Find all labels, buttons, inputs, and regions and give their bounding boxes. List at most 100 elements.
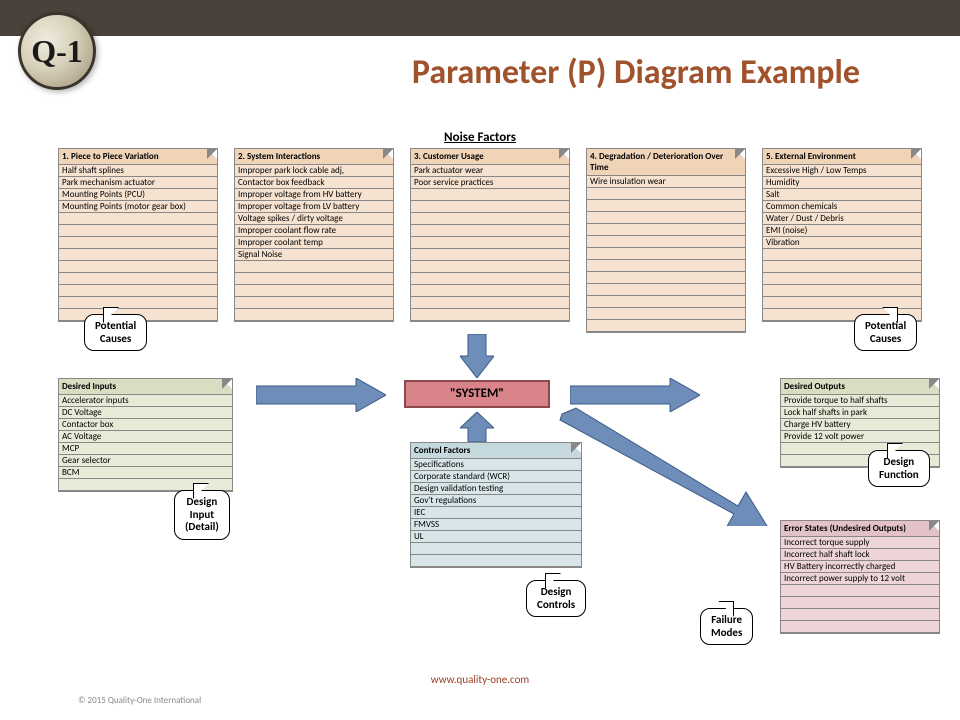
box-row — [587, 260, 745, 272]
box-row — [411, 543, 581, 555]
box-row: Corporate standard (WCR) — [411, 471, 581, 483]
box-row — [59, 249, 217, 261]
box-row: Park mechanism actuator — [59, 177, 217, 189]
box-row — [235, 285, 393, 297]
box-row: Mounting Points (PCU) — [59, 189, 217, 201]
box-row — [411, 261, 569, 273]
box-row — [59, 225, 217, 237]
box-header: Control Factors — [411, 443, 581, 459]
box-row — [587, 284, 745, 296]
box-row — [235, 273, 393, 285]
box-row — [411, 213, 569, 225]
box-header: Desired Inputs — [59, 379, 232, 395]
callout-potential-causes-right: PotentialCauses — [854, 314, 917, 351]
box-row — [411, 309, 569, 321]
box-row: Mounting Points (motor gear box) — [59, 201, 217, 213]
box-row — [411, 273, 569, 285]
box-row: Provide 12 volt power — [781, 431, 939, 443]
error-states-box: Error States (Undesired Outputs)Incorrec… — [780, 520, 940, 634]
box-row — [411, 225, 569, 237]
footer-url: www.quality-one.com — [431, 673, 529, 686]
box-row — [781, 621, 939, 633]
box-row: Accelerator inputs — [59, 395, 232, 407]
system-box: "SYSTEM" — [404, 380, 550, 408]
box-row: Design validation testing — [411, 483, 581, 495]
box-row: FMVSS — [411, 519, 581, 531]
box-row: Improper voltage from HV battery — [235, 189, 393, 201]
logo: Q-1 — [18, 12, 96, 90]
box-row: IEC — [411, 507, 581, 519]
box-row — [411, 237, 569, 249]
box-header: 2. System Interactions — [235, 149, 393, 165]
callout-text: DesignFunction — [879, 455, 919, 481]
box-row — [587, 248, 745, 260]
box-row: Excessive High / Low Temps — [763, 165, 921, 177]
box-row — [59, 297, 217, 309]
box-row — [587, 188, 745, 200]
box-row: BCM — [59, 467, 232, 479]
box-row: Common chemicals — [763, 201, 921, 213]
box-row: Improper voltage from LV battery — [235, 201, 393, 213]
callout-design-input: DesignInput(Detail) — [174, 490, 230, 540]
box-row: MCP — [59, 443, 232, 455]
box-header: 3. Customer Usage — [411, 149, 569, 165]
noise-box-3: 3. Customer UsagePark actuator wearPoor … — [410, 148, 570, 322]
box-row — [411, 555, 581, 567]
box-row — [587, 224, 745, 236]
box-row: Improper coolant temp — [235, 237, 393, 249]
box-row: Humidity — [763, 177, 921, 189]
box-row — [781, 609, 939, 621]
box-row: Incorrect torque supply — [781, 537, 939, 549]
noise-box-4: 4. Degradation / Deterioration Over Time… — [586, 148, 746, 333]
box-row — [763, 273, 921, 285]
box-row — [411, 249, 569, 261]
box-row — [587, 236, 745, 248]
box-row: DC Voltage — [59, 407, 232, 419]
noise-box-5: 5. External EnvironmentExcessive High / … — [762, 148, 922, 322]
box-row: Poor service practices — [411, 177, 569, 189]
box-row — [587, 200, 745, 212]
arrow-inputs-to-system — [256, 378, 386, 412]
box-row — [59, 237, 217, 249]
callout-design-controls: DesignControls — [526, 580, 586, 617]
box-row — [587, 272, 745, 284]
box-row: Improper coolant flow rate — [235, 225, 393, 237]
box-row: Water / Dust / Debris — [763, 213, 921, 225]
control-factors-box: Control FactorsSpecificationsCorporate s… — [410, 442, 582, 568]
page-title: Parameter (P) Diagram Example — [412, 52, 860, 93]
box-row — [587, 320, 745, 332]
noise-factors-header: Noise Factors — [444, 130, 516, 145]
arrow-system-to-error — [558, 406, 768, 526]
box-row: Wire insulation wear — [587, 176, 745, 188]
box-row: AC Voltage — [59, 431, 232, 443]
box-row — [781, 597, 939, 609]
box-row: Incorrect half shaft lock — [781, 549, 939, 561]
box-header: Desired Outputs — [781, 379, 939, 395]
box-row: Contactor box feedback — [235, 177, 393, 189]
box-row — [235, 297, 393, 309]
callout-text: PotentialCauses — [865, 319, 906, 345]
box-row — [235, 261, 393, 273]
box-row — [411, 189, 569, 201]
box-row: Half shaft splines — [59, 165, 217, 177]
noise-box-2: 2. System InteractionsImproper park lock… — [234, 148, 394, 322]
box-header: 5. External Environment — [763, 149, 921, 165]
box-row: Lock half shafts in park — [781, 407, 939, 419]
box-row — [781, 585, 939, 597]
box-row — [411, 201, 569, 213]
box-row — [763, 249, 921, 261]
callout-potential-causes-left: PotentialCauses — [84, 314, 147, 351]
box-row: Improper park lock cable adj, — [235, 165, 393, 177]
box-row: UL — [411, 531, 581, 543]
box-row — [587, 296, 745, 308]
box-header: Error States (Undesired Outputs) — [781, 521, 939, 537]
arrow-noise-to-system — [460, 334, 494, 378]
box-row — [235, 309, 393, 321]
callout-text: PotentialCauses — [95, 319, 136, 345]
callout-design-function: DesignFunction — [868, 450, 930, 487]
box-row: Gear selector — [59, 455, 232, 467]
box-row: Incorrect power supply to 12 volt — [781, 573, 939, 585]
box-row — [59, 261, 217, 273]
callout-failure-modes: FailureModes — [700, 608, 753, 645]
box-row: Specifications — [411, 459, 581, 471]
